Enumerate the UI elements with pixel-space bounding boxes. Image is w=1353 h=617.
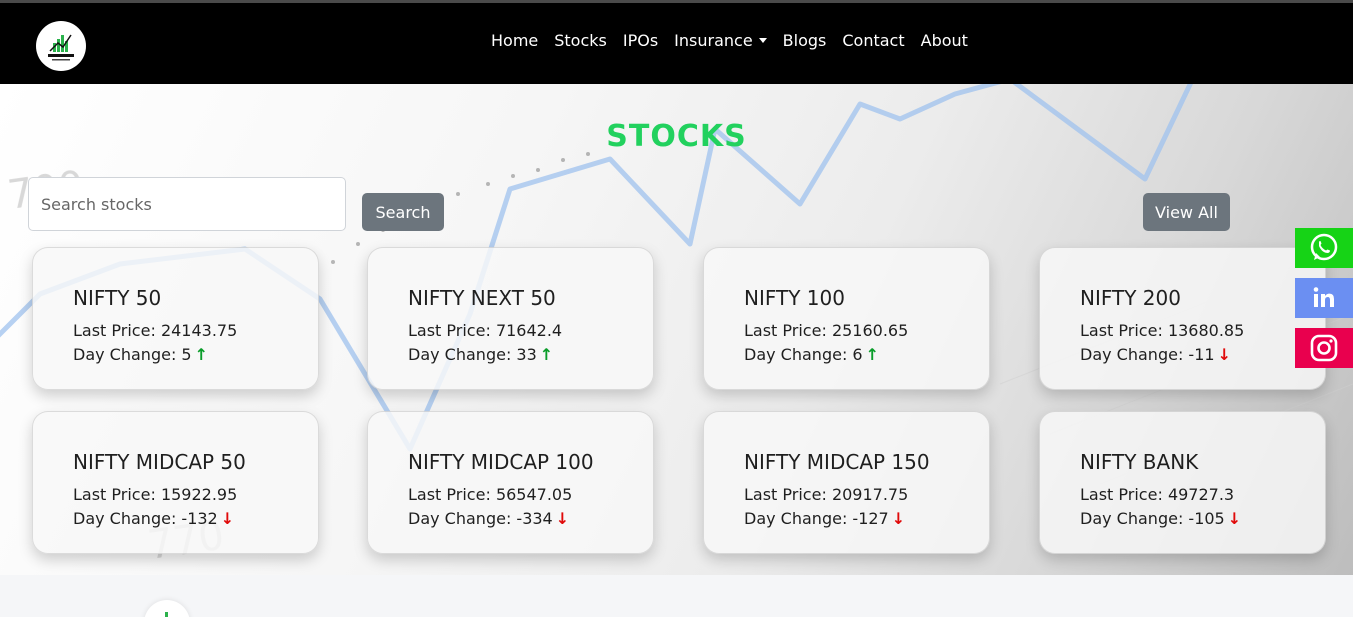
- nav-insurance[interactable]: Insurance: [674, 30, 767, 52]
- nav-about[interactable]: About: [921, 30, 968, 52]
- last-price-label: Last Price:: [408, 321, 491, 340]
- last-price-label: Last Price:: [408, 485, 491, 504]
- last-price-label: Last Price:: [744, 321, 827, 340]
- last-price-value: 20917.75: [831, 485, 909, 504]
- arrow-down-icon: ↓: [220, 509, 235, 528]
- instagram-icon: [1310, 334, 1338, 362]
- linkedin-button[interactable]: [1295, 278, 1353, 318]
- arrow-down-icon: ↓: [1217, 345, 1231, 364]
- last-price-label: Last Price:: [744, 485, 827, 504]
- last-price-label: Last Price:: [1080, 321, 1163, 340]
- arrow-up-icon: ↑: [539, 345, 554, 364]
- linkedin-icon: [1313, 287, 1334, 307]
- arrow-up-icon: ↑: [865, 345, 880, 364]
- nav-contact[interactable]: Contact: [842, 30, 904, 52]
- stock-name: NIFTY MIDCAP 100: [408, 450, 594, 474]
- last-price-label: Last Price:: [1080, 485, 1163, 504]
- day-change-value: 33: [516, 345, 537, 364]
- arrow-down-icon: ↓: [891, 509, 906, 528]
- caret-down-icon: [758, 38, 767, 43]
- stock-card[interactable]: NIFTY 200 Last Price: 13680.85 Day Chang…: [1039, 247, 1326, 390]
- footer: [0, 575, 1353, 617]
- arrow-up-icon: ↑: [194, 345, 209, 364]
- stock-name: NIFTY BANK: [1080, 450, 1199, 474]
- search-input[interactable]: [28, 177, 346, 231]
- nav-home[interactable]: Home: [491, 30, 538, 52]
- nav-insurance-label: Insurance: [674, 31, 753, 50]
- nav-blogs[interactable]: Blogs: [783, 30, 827, 52]
- stock-name: NIFTY 200: [1080, 286, 1181, 310]
- stock-card[interactable]: NIFTY NEXT 50 Last Price: 71642.4 Day Ch…: [367, 247, 654, 390]
- day-change-value: -132: [181, 509, 218, 528]
- arrow-down-icon: ↓: [555, 509, 570, 528]
- nav-stocks[interactable]: Stocks: [554, 30, 607, 52]
- last-price-value: 25160.65: [831, 321, 909, 340]
- day-change-label: Day Change:: [73, 345, 177, 364]
- stock-card[interactable]: NIFTY MIDCAP 150 Last Price: 20917.75 Da…: [703, 411, 990, 554]
- last-price-value: 49727.3: [1167, 485, 1235, 504]
- day-change-value: -334: [516, 509, 553, 528]
- whatsapp-icon: [1310, 233, 1338, 261]
- stock-card[interactable]: NIFTY MIDCAP 100 Last Price: 56547.05 Da…: [367, 411, 654, 554]
- arrow-down-icon: ↓: [1227, 509, 1242, 528]
- last-price-label: Last Price:: [73, 321, 156, 340]
- last-price-value: 13680.85: [1167, 321, 1245, 340]
- day-change-value: -11: [1188, 345, 1215, 364]
- last-price-value: 15922.95: [160, 485, 238, 504]
- day-change-label: Day Change:: [744, 509, 848, 528]
- instagram-button[interactable]: [1295, 328, 1353, 368]
- stock-name: NIFTY 100: [744, 286, 845, 310]
- view-all-button[interactable]: View All: [1143, 193, 1230, 231]
- stocks-section: 700 770 STOCKS Search View All NIFTY 50 …: [0, 84, 1353, 575]
- stock-name: NIFTY NEXT 50: [408, 286, 556, 310]
- day-change-label: Day Change:: [408, 509, 512, 528]
- stock-name: NIFTY MIDCAP 150: [744, 450, 930, 474]
- day-change-label: Day Change:: [1080, 345, 1184, 364]
- day-change-label: Day Change:: [1080, 509, 1184, 528]
- day-change-value: 6: [852, 345, 863, 364]
- navbar: Home Stocks IPOs Insurance Blogs Contact…: [0, 3, 1353, 84]
- nav-ipos[interactable]: IPOs: [623, 30, 658, 52]
- stock-name: NIFTY MIDCAP 50: [73, 450, 246, 474]
- main-nav: Home Stocks IPOs Insurance Blogs Contact…: [491, 30, 968, 52]
- search-button[interactable]: Search: [362, 193, 444, 231]
- stock-name: NIFTY 50: [73, 286, 162, 310]
- day-change-label: Day Change:: [408, 345, 512, 364]
- whatsapp-button[interactable]: [1295, 228, 1353, 268]
- stock-card[interactable]: NIFTY BANK Last Price: 49727.3 Day Chang…: [1039, 411, 1326, 554]
- last-price-value: 56547.05: [495, 485, 573, 504]
- day-change-label: Day Change:: [73, 509, 177, 528]
- day-change-value: 5: [181, 345, 192, 364]
- stock-card[interactable]: NIFTY 50 Last Price: 24143.75 Day Change…: [32, 247, 319, 390]
- day-change-label: Day Change:: [744, 345, 848, 364]
- last-price-value: 24143.75: [160, 321, 238, 340]
- last-price-label: Last Price:: [73, 485, 156, 504]
- stock-card[interactable]: NIFTY MIDCAP 50 Last Price: 15922.95 Day…: [32, 411, 319, 554]
- brand-logo[interactable]: [36, 21, 86, 71]
- day-change-value: -127: [852, 509, 889, 528]
- page-title: STOCKS: [606, 119, 747, 154]
- day-change-value: -105: [1188, 509, 1225, 528]
- last-price-value: 71642.4: [495, 321, 563, 340]
- stock-card[interactable]: NIFTY 100 Last Price: 25160.65 Day Chang…: [703, 247, 990, 390]
